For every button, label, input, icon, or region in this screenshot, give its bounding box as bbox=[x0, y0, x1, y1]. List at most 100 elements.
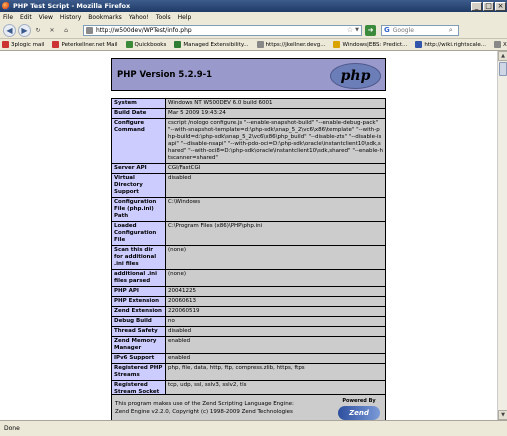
go-button[interactable]: ➜ bbox=[365, 24, 376, 36]
php-logo: php bbox=[330, 63, 381, 89]
bookmarks-toolbar: 3plogic mail Peterkellner.net Mail Quickbo… bbox=[0, 39, 507, 51]
row-value: Windows NT W500DEV 6.0 build 6001 bbox=[165, 98, 386, 109]
row-key: Zend Memory Manager bbox=[111, 336, 166, 354]
php-version-header: PHP Version 5.2.9-1 php bbox=[111, 58, 386, 91]
close-button[interactable]: × bbox=[495, 1, 506, 11]
menu-view[interactable]: View bbox=[39, 14, 53, 21]
bookmark-favicon-icon bbox=[125, 41, 133, 48]
google-search-engine-icon[interactable]: G bbox=[384, 26, 390, 34]
row-key: Virtual Directory Support bbox=[111, 173, 166, 198]
menu-history[interactable]: History bbox=[60, 14, 81, 21]
table-row: additional .ini files parsed (none) bbox=[111, 269, 386, 287]
table-row: Build Date Mar 5 2009 19:43:24 bbox=[111, 108, 386, 119]
row-key: Configuration File (php.ini) Path bbox=[111, 197, 166, 222]
row-value: C:\Program Files (x86)\PHP\php.ini bbox=[165, 221, 386, 246]
reload-button[interactable]: ↻ bbox=[33, 25, 43, 35]
table-row: Server API CGI/FastCGI bbox=[111, 163, 386, 174]
bookmark-favicon-icon bbox=[52, 41, 60, 48]
row-value: cscript /nologo configure.js "--enable-s… bbox=[165, 118, 386, 164]
row-value: 20060613 bbox=[165, 296, 386, 307]
bookmark-item[interactable]: 3plogic mail bbox=[2, 41, 44, 48]
bookmark-item[interactable]: https://jkellner.devg... bbox=[256, 41, 326, 48]
php-version-title: PHP Version 5.2.9-1 bbox=[117, 70, 213, 80]
bookmark-favicon-icon bbox=[2, 41, 9, 48]
row-value: disabled bbox=[165, 173, 386, 198]
row-value: php, file, data, http, ftp, compress.zli… bbox=[165, 363, 386, 381]
maximize-button[interactable]: □ bbox=[483, 1, 494, 11]
row-value: C:\Windows bbox=[165, 197, 386, 222]
forward-button[interactable]: ▶ bbox=[18, 23, 31, 37]
row-key: Loaded Configuration File bbox=[111, 221, 166, 246]
bookmark-item[interactable]: Windows|EBS: Predict... bbox=[333, 41, 407, 48]
search-input[interactable] bbox=[392, 26, 449, 34]
menu-tools[interactable]: Tools bbox=[156, 14, 171, 21]
table-row: Debug Build no bbox=[111, 316, 386, 327]
url-history-dropdown-icon[interactable]: ▼ bbox=[355, 27, 359, 33]
row-key: System bbox=[111, 98, 166, 109]
scrollbar-thumb[interactable] bbox=[499, 62, 507, 76]
firefox-icon bbox=[2, 2, 10, 10]
status-bar: Done bbox=[0, 420, 507, 436]
back-button[interactable]: ◀ bbox=[3, 23, 16, 37]
bookmark-item[interactable]: Quickbooks bbox=[125, 41, 167, 48]
menu-yahoo[interactable]: Yahoo! bbox=[129, 14, 149, 21]
row-key: Registered PHP Streams bbox=[111, 363, 166, 381]
row-key: Configure Command bbox=[111, 118, 166, 164]
zend-logo-mark: Zend bbox=[338, 406, 380, 420]
bookmark-favicon-icon bbox=[256, 41, 264, 48]
url-bar[interactable]: ☆ ▼ bbox=[83, 24, 362, 36]
bookmark-label: Peterkellner.net Mail bbox=[61, 41, 118, 48]
row-key: Build Date bbox=[111, 108, 166, 119]
table-row: Configuration File (php.ini) Path C:\Wind… bbox=[111, 197, 386, 222]
row-key: PHP Extension bbox=[111, 296, 166, 307]
bookmark-label: https://jkellner.devg... bbox=[265, 41, 326, 48]
scroll-up-arrow-icon[interactable]: ▲ bbox=[498, 51, 507, 61]
php-info-table: System Windows NT W500DEV 6.0 build 6001 B… bbox=[111, 98, 386, 420]
row-key: Debug Build bbox=[111, 316, 166, 327]
row-key: Zend Extension bbox=[111, 306, 166, 317]
bookmark-item[interactable]: http://wiki.rightscale... bbox=[415, 41, 486, 48]
menu-file[interactable]: File bbox=[3, 14, 13, 21]
vertical-scrollbar[interactable]: ▲ ▼ bbox=[497, 51, 507, 420]
menu-edit[interactable]: Edit bbox=[20, 14, 32, 21]
scroll-down-arrow-icon[interactable]: ▼ bbox=[498, 410, 507, 420]
search-icon[interactable]: ⌕ bbox=[449, 26, 453, 35]
menu-bookmarks[interactable]: Bookmarks bbox=[88, 14, 122, 21]
powered-by-label: Powered By bbox=[342, 398, 376, 404]
table-row: Thread Safety disabled bbox=[111, 326, 386, 337]
row-value: (none) bbox=[165, 245, 386, 270]
bookmark-favicon-icon bbox=[174, 41, 182, 48]
row-key: PHP API bbox=[111, 286, 166, 297]
bookmark-item[interactable]: XML-RPC.Net bbox=[494, 41, 507, 48]
page-content: PHP Version 5.2.9-1 php System Windows NT… bbox=[0, 51, 497, 420]
zend-info-line-1: This program makes use of the Zend Scrip… bbox=[115, 401, 294, 407]
bookmark-star-icon[interactable]: ☆ bbox=[347, 26, 353, 34]
row-value: disabled bbox=[165, 326, 386, 337]
bookmark-favicon-icon bbox=[333, 41, 341, 48]
bookmark-label: XML-RPC.Net bbox=[503, 41, 507, 48]
bookmark-item[interactable]: Managed Extensibility... bbox=[174, 41, 249, 48]
row-key: Server API bbox=[111, 163, 166, 174]
url-input[interactable] bbox=[96, 26, 345, 34]
search-bar[interactable]: G ⌕ bbox=[381, 24, 459, 36]
menu-help[interactable]: Help bbox=[178, 14, 192, 21]
bookmark-favicon-icon bbox=[415, 41, 423, 48]
zend-info-line-2: Zend Engine v2.2.0, Copyright (c) 1998-2… bbox=[115, 409, 293, 415]
bookmark-item[interactable]: Peterkellner.net Mail bbox=[52, 41, 118, 48]
bookmark-label: Windows|EBS: Predict... bbox=[342, 41, 408, 48]
table-row: PHP API 20041225 bbox=[111, 286, 386, 297]
window-title-bar: PHP Test Script - Mozilla Firefox _ □ × bbox=[0, 0, 507, 12]
table-row: System Windows NT W500DEV 6.0 build 6001 bbox=[111, 98, 386, 109]
table-row: Zend Extension 220060519 bbox=[111, 306, 386, 317]
table-row: IPv6 Support enabled bbox=[111, 353, 386, 364]
bookmark-label: 3plogic mail bbox=[11, 41, 45, 48]
menu-bar: File Edit View History Bookmarks Yahoo! … bbox=[0, 12, 507, 22]
table-row: PHP Extension 20060613 bbox=[111, 296, 386, 307]
table-row: Virtual Directory Support disabled bbox=[111, 173, 386, 198]
home-button[interactable]: ⌂ bbox=[61, 25, 71, 35]
table-row: Registered PHP Streams php, file, data, h… bbox=[111, 363, 386, 381]
stop-button[interactable]: ✕ bbox=[47, 25, 57, 35]
bookmark-label: Quickbooks bbox=[134, 41, 167, 48]
minimize-button[interactable]: _ bbox=[471, 1, 482, 11]
zend-logo: Powered By Zend bbox=[338, 398, 380, 420]
